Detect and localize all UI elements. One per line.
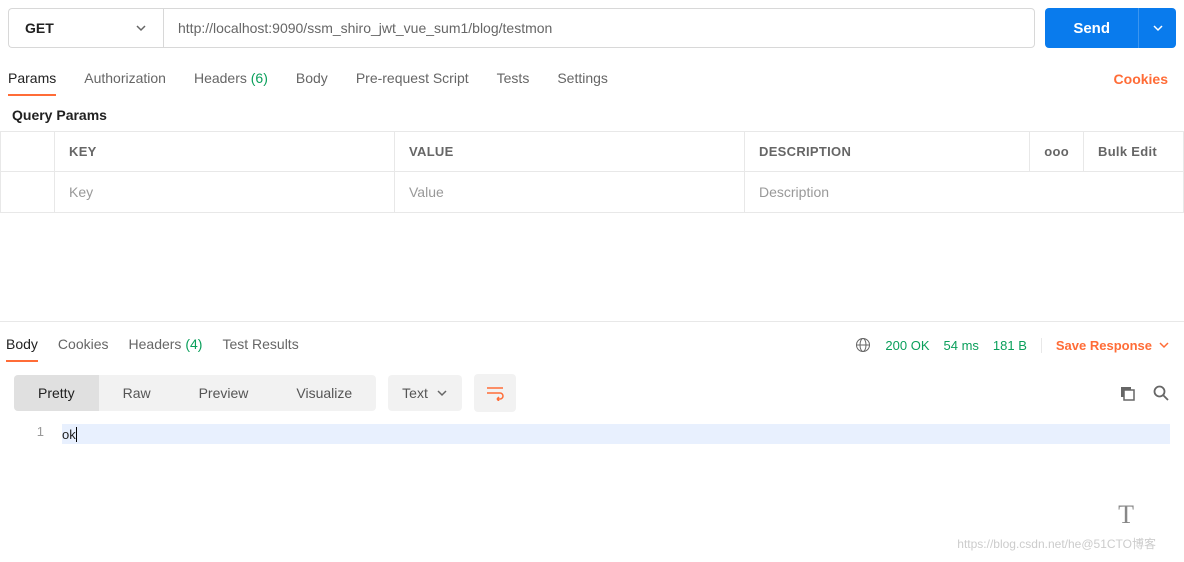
- params-table: KEY VALUE DESCRIPTION ooo Bulk Edit: [0, 131, 1184, 213]
- tab-body[interactable]: Body: [296, 62, 328, 96]
- bulk-edit-button[interactable]: Bulk Edit: [1084, 132, 1184, 172]
- search-button[interactable]: [1152, 384, 1170, 402]
- method-label: GET: [25, 20, 54, 36]
- rtab-headers[interactable]: Headers (4): [129, 328, 203, 362]
- mime-select[interactable]: Text: [388, 375, 462, 411]
- save-response-button[interactable]: Save Response: [1041, 338, 1170, 353]
- tab-params[interactable]: Params: [8, 62, 56, 96]
- view-mode-tabs: Pretty Raw Preview Visualize: [14, 375, 376, 411]
- key-input[interactable]: [69, 184, 380, 200]
- vtab-visualize[interactable]: Visualize: [272, 375, 376, 411]
- tab-tests[interactable]: Tests: [497, 62, 530, 96]
- table-row: [1, 172, 1184, 213]
- status-size: 181 B: [993, 338, 1027, 353]
- vtab-raw[interactable]: Raw: [99, 375, 175, 411]
- tab-prerequest[interactable]: Pre-request Script: [356, 62, 469, 96]
- watermark-text: https://blog.csdn.net/he@51CTO博客: [957, 535, 1156, 552]
- more-options-button[interactable]: ooo: [1030, 132, 1084, 172]
- send-button[interactable]: Send: [1045, 8, 1138, 48]
- cookies-link[interactable]: Cookies: [1114, 71, 1168, 87]
- wrap-lines-button[interactable]: [474, 374, 516, 412]
- chevron-down-icon: [436, 387, 448, 399]
- vtab-preview[interactable]: Preview: [175, 375, 273, 411]
- globe-icon[interactable]: [855, 337, 871, 353]
- copy-button[interactable]: [1118, 384, 1136, 402]
- rtab-body[interactable]: Body: [6, 328, 38, 362]
- checkbox-header: [1, 132, 55, 172]
- wrap-icon: [486, 385, 504, 401]
- tab-authorization[interactable]: Authorization: [84, 62, 166, 96]
- vtab-pretty[interactable]: Pretty: [14, 375, 99, 411]
- query-params-heading: Query Params: [0, 97, 1184, 131]
- url-text: http://localhost:9090/ssm_shiro_jwt_vue_…: [178, 20, 552, 36]
- search-icon: [1152, 384, 1170, 402]
- value-input[interactable]: [409, 184, 730, 200]
- send-dropdown[interactable]: [1138, 8, 1176, 48]
- rtab-testresults[interactable]: Test Results: [222, 328, 298, 362]
- tab-headers[interactable]: Headers (6): [194, 62, 268, 96]
- line-number: 1: [14, 424, 62, 444]
- chevron-down-icon: [1158, 339, 1170, 351]
- row-checkbox[interactable]: [1, 172, 55, 213]
- code-line: ok: [62, 424, 1170, 444]
- watermark-icon: T: [1118, 500, 1134, 530]
- table-header-row: KEY VALUE DESCRIPTION ooo Bulk Edit: [1, 132, 1184, 172]
- rtab-cookies[interactable]: Cookies: [58, 328, 109, 362]
- url-input[interactable]: http://localhost:9090/ssm_shiro_jwt_vue_…: [163, 8, 1035, 48]
- col-desc: DESCRIPTION: [745, 132, 1030, 172]
- status-time: 54 ms: [944, 338, 979, 353]
- response-tabs: Body Cookies Headers (4) Test Results: [6, 328, 299, 362]
- col-value: VALUE: [395, 132, 745, 172]
- status-code: 200 OK: [885, 338, 929, 353]
- chevron-down-icon: [1152, 22, 1164, 34]
- chevron-down-icon: [135, 22, 147, 34]
- desc-input[interactable]: [759, 184, 1169, 200]
- method-select[interactable]: GET: [8, 8, 163, 48]
- text-cursor: [76, 427, 77, 442]
- tab-settings[interactable]: Settings: [557, 62, 608, 96]
- copy-icon: [1118, 384, 1136, 402]
- col-key: KEY: [55, 132, 395, 172]
- request-tabs: Params Authorization Headers (6) Body Pr…: [8, 62, 608, 96]
- response-body[interactable]: 1 ok: [0, 420, 1184, 448]
